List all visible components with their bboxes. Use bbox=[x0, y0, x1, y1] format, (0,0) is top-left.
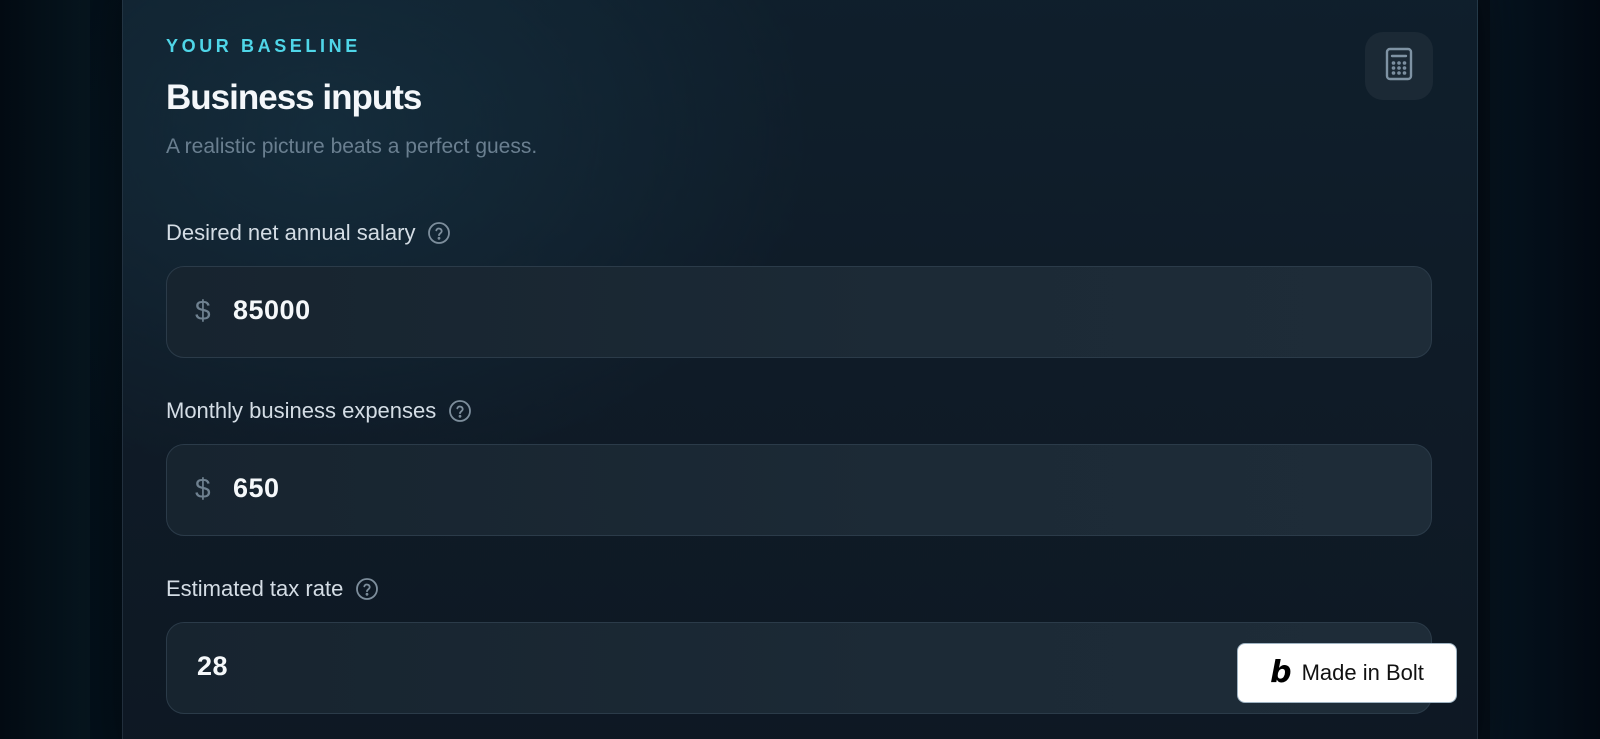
page: YOUR BASELINE Business inputs A realisti… bbox=[0, 0, 1600, 739]
section-eyebrow: YOUR BASELINE bbox=[166, 36, 361, 56]
tax-rate-input-value: 28 bbox=[197, 651, 229, 681]
expenses-input[interactable]: $ 650 bbox=[166, 444, 1432, 536]
salary-input[interactable]: $ 85000 bbox=[166, 266, 1432, 358]
currency-prefix: $ bbox=[195, 473, 211, 504]
salary-label-text: Desired net annual salary bbox=[166, 220, 416, 245]
made-in-bolt-badge[interactable]: b Made in Bolt bbox=[1237, 643, 1457, 703]
background-right bbox=[1490, 0, 1600, 739]
expenses-input-value: 650 bbox=[233, 473, 280, 503]
tax-rate-label-text: Estimated tax rate bbox=[166, 576, 344, 601]
made-in-bolt-label: Made in Bolt bbox=[1301, 660, 1424, 685]
question-circle-icon[interactable] bbox=[427, 221, 451, 245]
expenses-label: Monthly business expenses bbox=[166, 398, 472, 424]
calculator-button[interactable] bbox=[1365, 32, 1433, 100]
salary-label: Desired net annual salary bbox=[166, 220, 451, 246]
section-subtitle: A realistic picture beats a perfect gues… bbox=[166, 135, 538, 158]
section-title: Business inputs bbox=[166, 78, 422, 117]
background-left bbox=[0, 0, 90, 739]
question-circle-icon[interactable] bbox=[448, 399, 472, 423]
currency-prefix: $ bbox=[195, 295, 211, 326]
question-circle-icon[interactable] bbox=[355, 577, 379, 601]
expenses-label-text: Monthly business expenses bbox=[166, 398, 437, 423]
bolt-logo-icon: b bbox=[1270, 655, 1292, 690]
calculator-icon bbox=[1384, 47, 1414, 86]
salary-input-value: 85000 bbox=[233, 295, 311, 325]
tax-rate-label: Estimated tax rate bbox=[166, 576, 379, 602]
